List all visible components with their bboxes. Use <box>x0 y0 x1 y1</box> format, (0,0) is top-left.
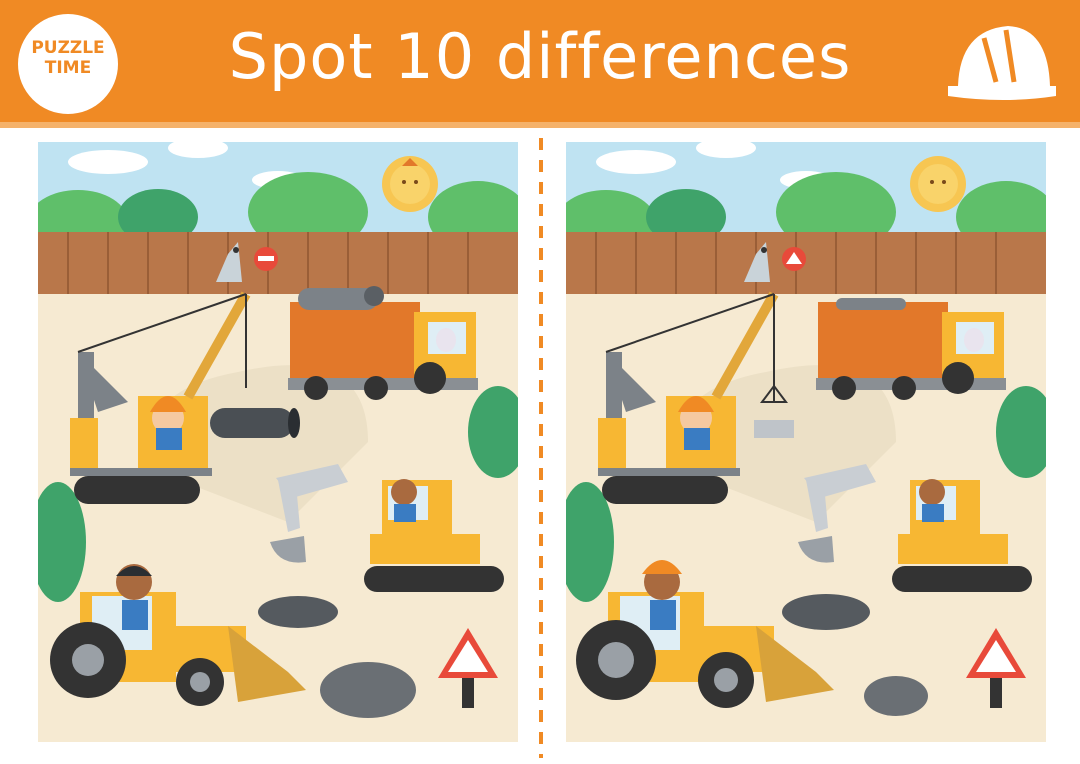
dashed-divider <box>539 138 543 758</box>
dump-truck <box>816 298 1006 400</box>
scene-panel-left[interactable] <box>38 142 518 742</box>
sun-icon <box>910 156 966 212</box>
page-title: Spot 10 differences <box>228 20 852 93</box>
scene-panel-right[interactable] <box>566 142 1046 742</box>
sun-icon <box>382 156 438 212</box>
hard-hat-icon <box>948 26 1056 100</box>
pipe <box>210 408 300 438</box>
header-banner: PUZZLE TIME Spot 10 differences <box>0 0 1080 128</box>
